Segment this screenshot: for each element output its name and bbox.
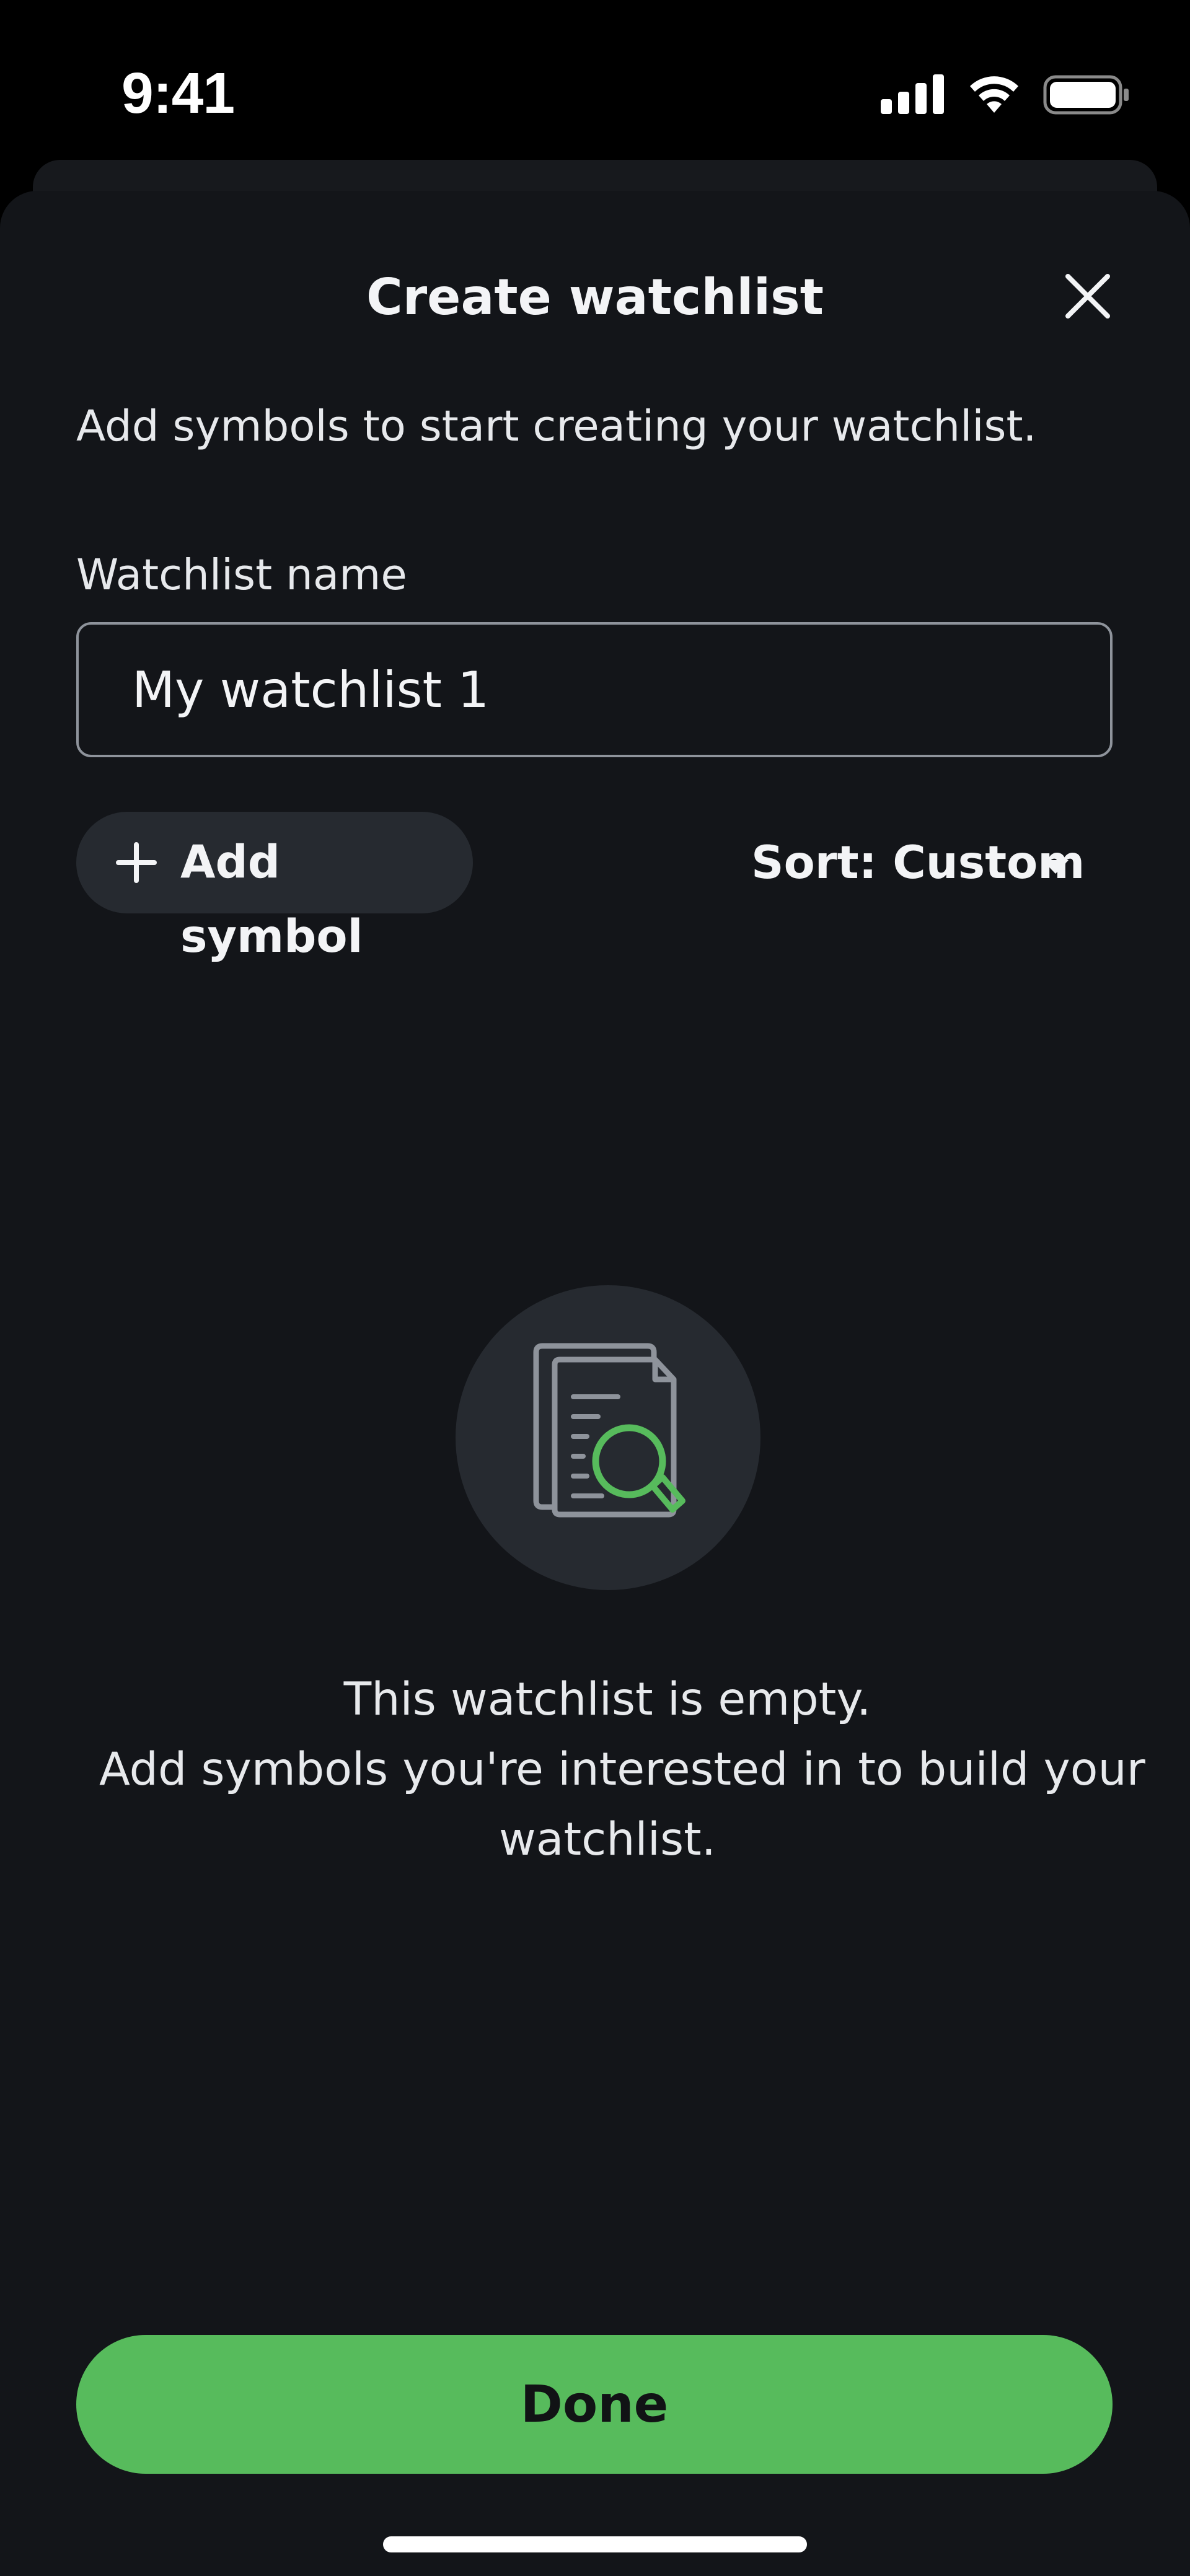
close-button[interactable] [1054,262,1122,330]
status-time: 9:41 [121,61,235,125]
home-indicator [383,2536,807,2552]
sort-dropdown[interactable]: Sort: Custom [745,817,1092,910]
add-symbol-button[interactable]: Add symbol [76,812,473,963]
watchlist-name-input[interactable] [76,622,1113,757]
caret-down-icon [1042,860,1069,874]
watchlist-name-label: Watchlist name [76,550,407,600]
empty-state-line: watchlist. [499,1813,716,1866]
empty-state-line: Add symbols you're interested in to buil… [99,1743,1145,1796]
done-button[interactable]: Done [76,2335,1113,2474]
battery-icon [1043,75,1129,115]
status-icons [881,72,1129,116]
status-bar: 9:41 [0,0,1190,161]
sheet-title: Create watchlist [366,268,824,326]
document-search-icon [533,1343,685,1518]
done-label: Done [520,2375,669,2434]
wifi-icon [970,76,1018,113]
empty-state-illustration [456,1285,760,1590]
empty-state-message-text: This watchlist is empty. Add symbols you… [99,1664,1145,1875]
plus-icon [116,842,157,883]
add-symbol-label: Add symbol [180,836,363,963]
sort-label: Sort: Custom [751,837,1085,889]
sheet-subtitle: Add symbols to start creating your watch… [76,402,1037,451]
signal-icon [881,74,944,114]
create-watchlist-sheet: Create watchlist Add symbols to start cr… [0,191,1190,2576]
close-icon [1065,274,1110,319]
empty-state-line: This watchlist is empty. [343,1673,871,1726]
